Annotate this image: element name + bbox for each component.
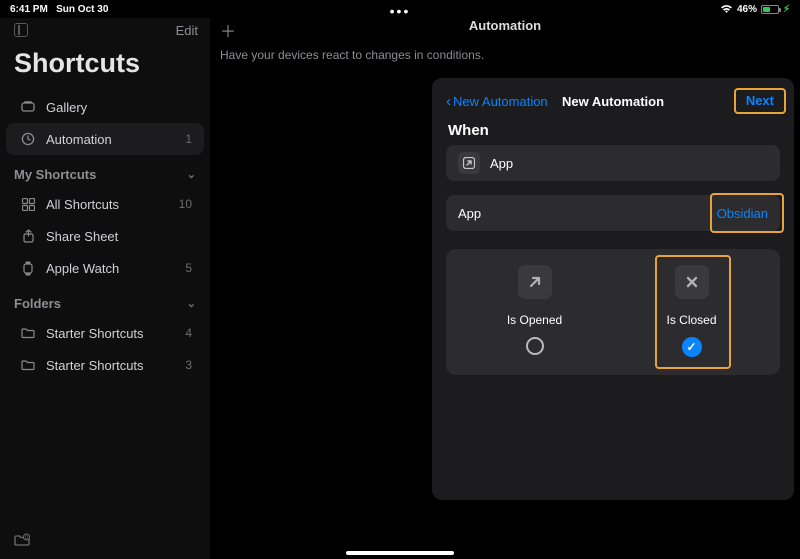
folder-icon: [20, 357, 36, 373]
radio-unchecked[interactable]: [526, 337, 544, 355]
wifi-icon: [720, 4, 733, 14]
sidebar-item-gallery[interactable]: Gallery: [6, 91, 204, 123]
sidebar-item-count: 3: [185, 358, 192, 372]
option-is-closed[interactable]: Is Closed: [627, 265, 757, 357]
sidebar-item-label: Starter Shortcuts: [46, 358, 144, 373]
battery-percent: 46%: [737, 4, 757, 15]
sidebar-heading-label: Folders: [14, 296, 61, 311]
close-x-icon: [675, 265, 709, 299]
multitask-dots-icon[interactable]: •••: [390, 3, 411, 19]
status-date: Sun Oct 30: [56, 4, 108, 15]
app-select-label: App: [458, 206, 481, 221]
sidebar-item-count: 5: [185, 261, 192, 275]
option-label: Is Opened: [470, 313, 600, 327]
sidebar-item-apple-watch[interactable]: Apple Watch 5: [6, 252, 204, 284]
grid-icon: [20, 196, 36, 212]
page-subtitle: Have your devices react to changes in co…: [210, 48, 800, 62]
new-folder-button[interactable]: 0: [14, 533, 30, 547]
sidebar-heading-label: My Shortcuts: [14, 167, 96, 182]
sidebar-heading-my-shortcuts[interactable]: My Shortcuts ⌄: [0, 155, 210, 188]
automation-icon: [20, 131, 36, 147]
open-close-panel: Is Opened Is Closed: [446, 249, 780, 375]
sidebar-item-share-sheet[interactable]: Share Sheet: [6, 220, 204, 252]
chevron-down-icon: ⌄: [187, 168, 196, 181]
sidebar-heading-folders[interactable]: Folders ⌄: [0, 284, 210, 317]
gallery-icon: [20, 99, 36, 115]
status-time: 6:41 PM: [10, 4, 48, 15]
new-automation-sheet: ‹ New Automation New Automation Next Whe…: [432, 78, 794, 500]
edit-button[interactable]: Edit: [176, 23, 198, 38]
trigger-type-row[interactable]: App: [446, 145, 780, 181]
option-label: Is Closed: [627, 313, 757, 327]
sidebar-item-folder[interactable]: Starter Shortcuts 4: [6, 317, 204, 349]
sidebar-item-label: Starter Shortcuts: [46, 326, 144, 341]
sidebar-item-label: All Shortcuts: [46, 197, 119, 212]
sidebar-item-label: Apple Watch: [46, 261, 119, 276]
status-right: 46% ⚡︎: [720, 4, 790, 15]
sidebar-item-count: 1: [185, 132, 192, 146]
charging-icon: ⚡︎: [783, 4, 790, 15]
sidebar-toggle-icon[interactable]: [14, 23, 28, 37]
next-button[interactable]: Next: [740, 89, 780, 112]
status-time-date: 6:41 PM Sun Oct 30: [10, 4, 108, 15]
trigger-type-label: App: [490, 156, 513, 171]
sidebar-title: Shortcuts: [0, 42, 210, 91]
app-select-row[interactable]: App Obsidian: [446, 195, 780, 231]
folder-icon: [20, 325, 36, 341]
open-arrow-icon: [518, 265, 552, 299]
main-area: ＋ Automation Have your devices react to …: [210, 18, 800, 559]
sidebar-item-count: 10: [179, 197, 192, 211]
app-icon: [458, 152, 480, 174]
home-indicator[interactable]: [346, 551, 454, 555]
share-icon: [20, 228, 36, 244]
chevron-down-icon: ⌄: [187, 297, 196, 310]
sidebar-item-label: Gallery: [46, 100, 87, 115]
apple-watch-icon: [20, 260, 36, 276]
page-title: Automation: [210, 18, 800, 33]
sidebar-item-all-shortcuts[interactable]: All Shortcuts 10: [6, 188, 204, 220]
sidebar-item-label: Automation: [46, 132, 112, 147]
app-select-value: Obsidian: [717, 206, 768, 221]
battery-icon: [761, 5, 779, 14]
when-heading: When: [448, 122, 778, 139]
option-is-opened[interactable]: Is Opened: [470, 265, 600, 357]
sidebar-item-folder[interactable]: Starter Shortcuts 3: [6, 349, 204, 381]
radio-checked[interactable]: [682, 337, 702, 357]
sidebar: Edit Shortcuts Gallery Automation 1 My S…: [0, 18, 210, 559]
sidebar-item-count: 4: [185, 326, 192, 340]
svg-text:0: 0: [25, 535, 28, 541]
sidebar-item-label: Share Sheet: [46, 229, 118, 244]
sidebar-item-automation[interactable]: Automation 1: [6, 123, 204, 155]
